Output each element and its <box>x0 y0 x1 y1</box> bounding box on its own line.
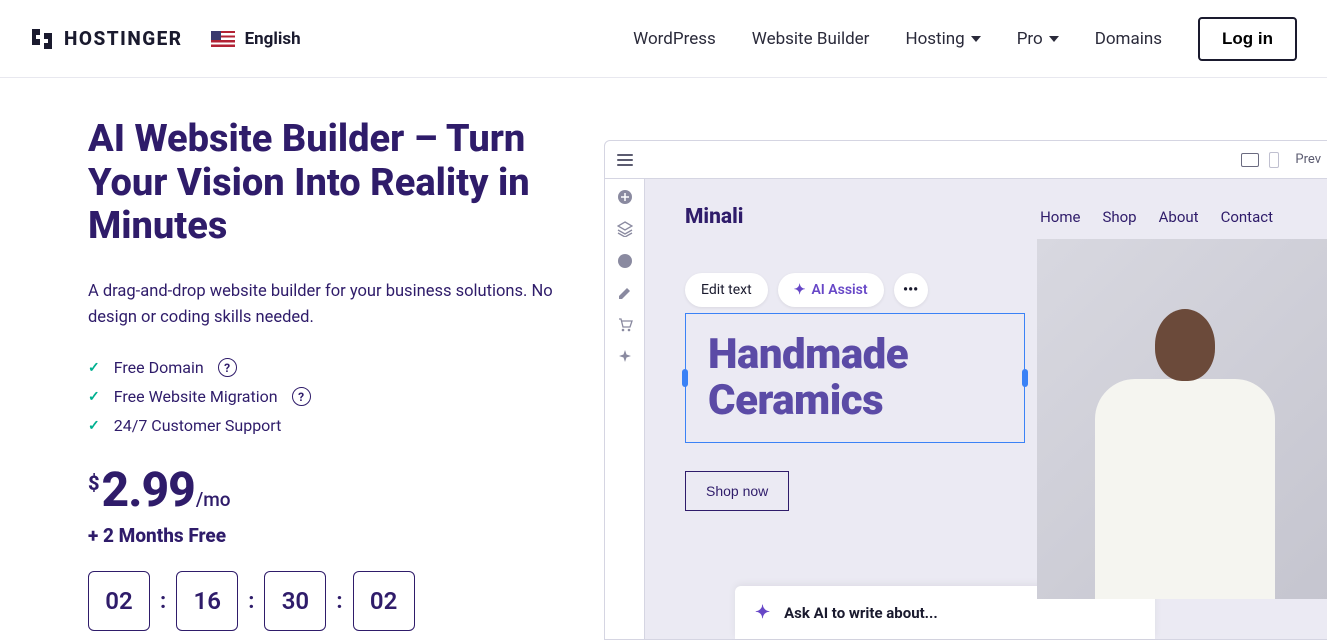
person-illustration <box>1075 279 1295 599</box>
feature-free-domain: ✓ Free Domain ? <box>88 358 598 377</box>
countdown-sep: : <box>336 589 342 614</box>
hero-subtitle: A drag-and-drop website builder for your… <box>88 279 598 330</box>
main: AI Website Builder – Turn Your Vision In… <box>0 78 1327 631</box>
countdown-days: 02 <box>88 571 150 631</box>
hero-image <box>1037 239 1327 599</box>
login-button[interactable]: Log in <box>1198 17 1297 61</box>
sparkle-icon: ✦ <box>755 602 770 623</box>
chevron-down-icon <box>1049 36 1059 42</box>
logo[interactable]: HOSTINGER <box>30 27 183 51</box>
logo-text: HOSTINGER <box>64 27 183 50</box>
header-left: HOSTINGER English <box>30 27 301 51</box>
site-nav: Home Shop About Contact <box>1040 208 1273 226</box>
feature-label: Free Domain <box>114 358 204 377</box>
preview-label[interactable]: Prev <box>1295 152 1321 167</box>
layers-icon[interactable] <box>617 221 633 237</box>
countdown-minutes: 30 <box>264 571 326 631</box>
countdown-sep: : <box>160 589 166 614</box>
site-header: Minali Home Shop About Contact <box>685 205 1293 229</box>
edit-text-button[interactable]: Edit text <box>685 273 768 307</box>
top-header: HOSTINGER English WordPress Website Buil… <box>0 0 1327 78</box>
check-icon: ✓ <box>88 360 100 376</box>
feature-label: Free Website Migration <box>114 387 278 406</box>
site-nav-contact[interactable]: Contact <box>1221 208 1273 226</box>
price-per: /mo <box>196 488 231 511</box>
add-icon[interactable] <box>617 189 633 205</box>
site-nav-about[interactable]: About <box>1159 208 1199 226</box>
help-icon[interactable]: ? <box>292 387 311 406</box>
check-icon: ✓ <box>88 418 100 434</box>
countdown: 02 : 16 : 30 : 02 <box>88 571 598 631</box>
hostinger-logo-icon <box>30 27 54 51</box>
sparkle-icon: ✦ <box>794 282 806 298</box>
mobile-icon[interactable] <box>1269 152 1279 168</box>
device-toolbar: Prev <box>1241 152 1321 168</box>
hero-left: AI Website Builder – Turn Your Vision In… <box>88 118 598 631</box>
hamburger-icon <box>617 154 633 166</box>
hero-title: AI Website Builder – Turn Your Vision In… <box>88 118 598 249</box>
builder-window: Prev Minali Home Shop About Con <box>604 140 1327 640</box>
language-label: English <box>245 29 301 49</box>
builder-sidebar <box>605 179 645 639</box>
countdown-hours: 16 <box>176 571 238 631</box>
nav-website-builder[interactable]: Website Builder <box>752 29 870 49</box>
site-brand[interactable]: Minali <box>685 205 743 229</box>
sparkle-icon[interactable] <box>617 349 633 365</box>
check-icon: ✓ <box>88 389 100 405</box>
shop-now-button[interactable]: Shop now <box>685 471 789 511</box>
nav-domains[interactable]: Domains <box>1095 29 1162 49</box>
site-nav-shop[interactable]: Shop <box>1102 208 1136 226</box>
language-selector[interactable]: English <box>211 29 301 49</box>
nav-hosting[interactable]: Hosting <box>905 29 980 49</box>
help-icon[interactable]: ? <box>218 358 237 377</box>
nav-wordpress[interactable]: WordPress <box>633 29 716 49</box>
features-list: ✓ Free Domain ? ✓ Free Website Migration… <box>88 358 598 435</box>
feature-free-migration: ✓ Free Website Migration ? <box>88 387 598 406</box>
hero-text[interactable]: Handmade Ceramics <box>708 332 1002 424</box>
desktop-icon[interactable] <box>1241 153 1259 167</box>
palette-icon[interactable] <box>617 253 633 269</box>
builder-topbar: Prev <box>605 141 1327 179</box>
countdown-sep: : <box>248 589 254 614</box>
ai-prompt-label: Ask AI to write about... <box>784 604 938 622</box>
price-value: 2.99 <box>102 461 195 518</box>
countdown-seconds: 02 <box>353 571 415 631</box>
builder-preview: Prev Minali Home Shop About Con <box>604 118 1327 631</box>
selected-text-block[interactable]: Handmade Ceramics <box>685 313 1025 443</box>
feature-label: 24/7 Customer Support <box>114 416 282 435</box>
cart-icon[interactable] <box>617 317 633 333</box>
site-nav-home[interactable]: Home <box>1040 208 1080 226</box>
nav-pro[interactable]: Pro <box>1017 29 1059 49</box>
bonus-label: + 2 Months Free <box>88 524 598 547</box>
menu-button[interactable] <box>605 154 645 166</box>
price: $ 2.99 /mo <box>88 461 598 518</box>
ai-assist-button[interactable]: ✦AI Assist <box>778 273 884 307</box>
chevron-down-icon <box>971 36 981 42</box>
feature-support: ✓ 24/7 Customer Support <box>88 416 598 435</box>
more-button[interactable]: ••• <box>894 273 928 307</box>
currency: $ <box>88 471 100 495</box>
main-nav: WordPress Website Builder Hosting Pro Do… <box>633 17 1297 61</box>
edit-icon[interactable] <box>617 285 633 301</box>
us-flag-icon <box>211 31 235 47</box>
